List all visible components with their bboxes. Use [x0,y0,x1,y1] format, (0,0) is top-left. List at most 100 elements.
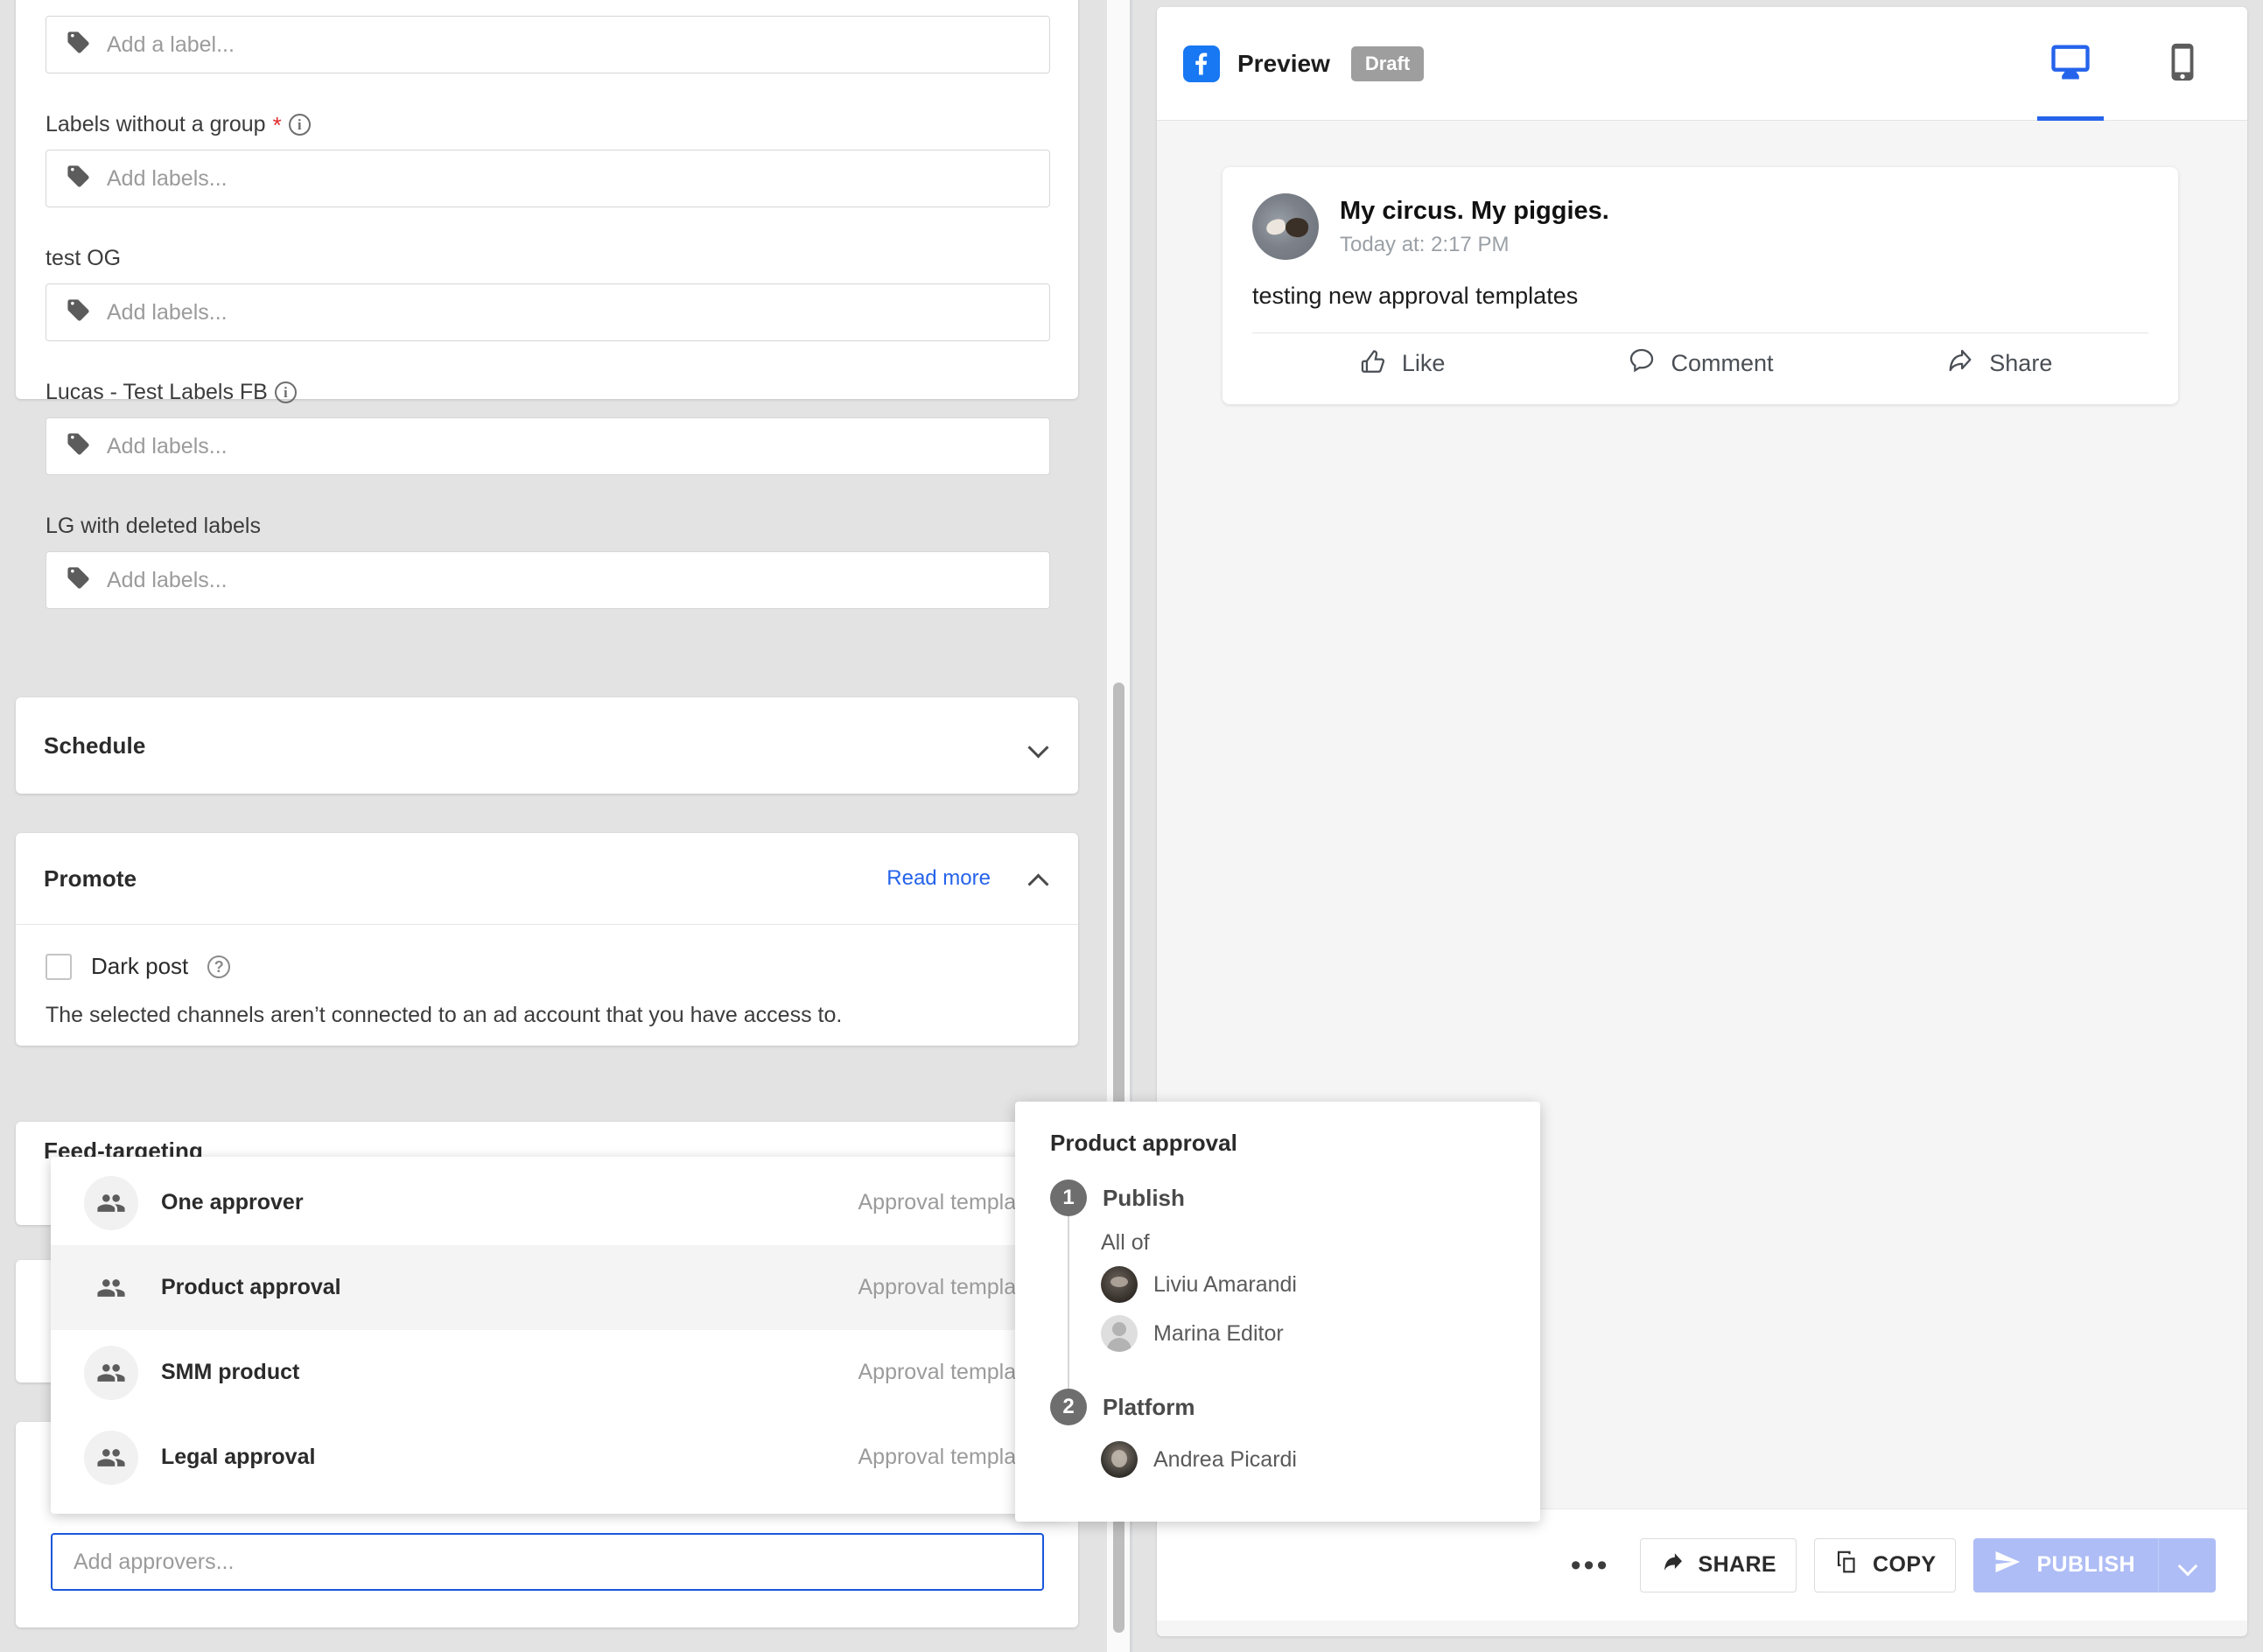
labels-input-lucas[interactable]: Add labels... [46,417,1050,475]
dropdown-item-type: Approval template [858,1190,1034,1214]
post-author-name: My circus. My piggies. [1340,196,1609,225]
add-approvers-placeholder: Add approvers... [74,1549,235,1574]
field-label-test-og: test OG [46,246,122,270]
comment-bubble-icon [1627,346,1657,382]
dropdown-item-label: Product approval [161,1275,341,1299]
dropdown-item-one-approver[interactable]: One approver Approval template [51,1160,1066,1245]
publish-options-button[interactable] [2158,1537,2216,1592]
required-asterisk: * [272,111,282,138]
left-editor-column: Add a label... Labels without a group * … [0,0,1107,1652]
preview-label: Preview [1237,49,1330,77]
post-actions: Like Comment Share [1223,333,2178,394]
tab-mobile-preview[interactable] [2144,7,2221,121]
dropdown-item-smm-product[interactable]: SMM product Approval template [51,1330,1066,1415]
post-like-button[interactable]: Like [1252,346,1551,382]
approval-template-popover: Product approval 1 Publish All of Liviu … [1015,1102,1540,1522]
people-icon [84,1261,138,1315]
tag-icon [66,565,91,595]
dark-post-checkbox[interactable] [46,953,72,980]
copy-icon [1834,1549,1860,1581]
dropdown-item-type: Approval template [858,1275,1034,1299]
step-name: Platform [1103,1393,1195,1420]
schedule-title: Schedule [44,732,146,759]
approver-row: Liviu Amarandi [1101,1266,1505,1303]
publish-button[interactable]: PUBLISH [1973,1537,2158,1592]
promote-card: Promote Read more Dark post ? The select… [16,833,1078,1046]
step-name: Publish [1103,1184,1185,1211]
info-icon[interactable]: i [288,114,311,136]
dropdown-item-legal-approval[interactable]: Legal approval Approval template [51,1415,1066,1500]
avatar [1101,1441,1138,1478]
approver-row: Andrea Picardi [1101,1441,1505,1478]
step-connector [1068,1216,1069,1418]
labels-input-lg-deleted[interactable]: Add labels... [46,551,1050,609]
post-header: My circus. My piggies. Today at: 2:17 PM [1223,167,2178,269]
post-share-button[interactable]: Share [1850,346,2148,382]
label-input-top-placeholder: Add a label... [107,32,235,57]
post-comment-button[interactable]: Comment [1551,346,1849,382]
copy-button[interactable]: COPY [1814,1537,1957,1592]
dropdown-item-label: Legal approval [161,1445,316,1469]
post-timestamp: Today at: 2:17 PM [1340,232,1510,256]
label-input-top[interactable]: Add a label... [46,16,1050,74]
publish-button-label: PUBLISH [2036,1552,2135,1577]
share-arrow-icon [1945,346,1975,382]
info-icon[interactable]: i [274,382,297,403]
people-icon [84,1175,138,1230]
approver-name: Marina Editor [1153,1320,1284,1346]
facebook-icon [1183,45,1220,82]
avatar [1101,1266,1138,1303]
dropdown-item-type: Approval template [858,1360,1034,1384]
add-approvers-input[interactable]: Add approvers... [51,1533,1044,1591]
approver-row: Marina Editor [1101,1315,1505,1352]
status-badge: Draft [1350,46,1425,81]
more-options-button[interactable]: ••• [1571,1550,1610,1580]
approver-name: Andrea Picardi [1153,1446,1297,1472]
popover-step-1: 1 Publish All of Liviu Amarandi Marina E… [1050,1180,1505,1418]
desktop-icon [2048,39,2093,89]
dropdown-item-type: Approval template [858,1445,1034,1469]
chevron-down-icon [2178,1556,2197,1575]
preview-device-tabs [2032,7,2221,121]
app-root: Add a label... Labels without a group * … [0,0,2263,1652]
avatar-placeholder [1101,1315,1138,1352]
share-arrow-icon [1660,1549,1686,1581]
tab-desktop-preview[interactable] [2032,7,2109,121]
labels-input-without-group[interactable]: Add labels... [46,150,1050,207]
facebook-post-preview: My circus. My piggies. Today at: 2:17 PM… [1223,167,2178,404]
field-label-lucas-test-labels-fb: Lucas - Test Labels FB i [46,380,1050,417]
post-body-text: testing new approval templates [1252,283,1579,309]
tag-icon [66,30,91,60]
dark-post-label: Dark post [91,953,189,979]
dropdown-item-label: One approver [161,1190,304,1214]
dropdown-item-label: SMM product [161,1360,300,1384]
dropdown-item-product-approval[interactable]: Product approval Approval template [51,1245,1066,1330]
read-more-link[interactable]: Read more [886,866,991,891]
promote-title: Promote [44,864,137,892]
post-share-label: Share [1989,350,2053,376]
step-number: 2 [1050,1389,1087,1425]
share-button[interactable]: SHARE [1639,1537,1797,1592]
people-icon [84,1430,138,1485]
field-label-labels-without-group: Labels without a group * i [46,112,1050,150]
post-comment-label: Comment [1671,350,1774,376]
dark-post-row: Dark post ? [46,953,1050,980]
tag-icon [66,431,91,461]
post-like-label: Like [1401,350,1446,376]
share-button-label: SHARE [1698,1552,1777,1577]
tag-icon [66,164,91,193]
popover-title: Product approval [1050,1130,1237,1156]
preview-header: Preview Draft [1157,7,2247,121]
help-icon[interactable]: ? [207,955,231,978]
chevron-up-icon[interactable] [1027,867,1050,890]
approver-name: Liviu Amarandi [1153,1271,1297,1297]
field-label-lg-deleted: LG with deleted labels [46,514,261,538]
promote-note: The selected channels aren’t connected t… [46,1003,843,1027]
schedule-card[interactable]: Schedule [16,697,1078,794]
step-condition: All of [1101,1230,1150,1255]
labels-input-test-og[interactable]: Add labels... [46,284,1050,341]
thumbs-up-icon [1358,346,1388,382]
copy-button-label: COPY [1873,1552,1937,1577]
chevron-down-icon[interactable] [1027,734,1050,757]
approval-template-dropdown: One approver Approval template Product a… [51,1157,1066,1514]
